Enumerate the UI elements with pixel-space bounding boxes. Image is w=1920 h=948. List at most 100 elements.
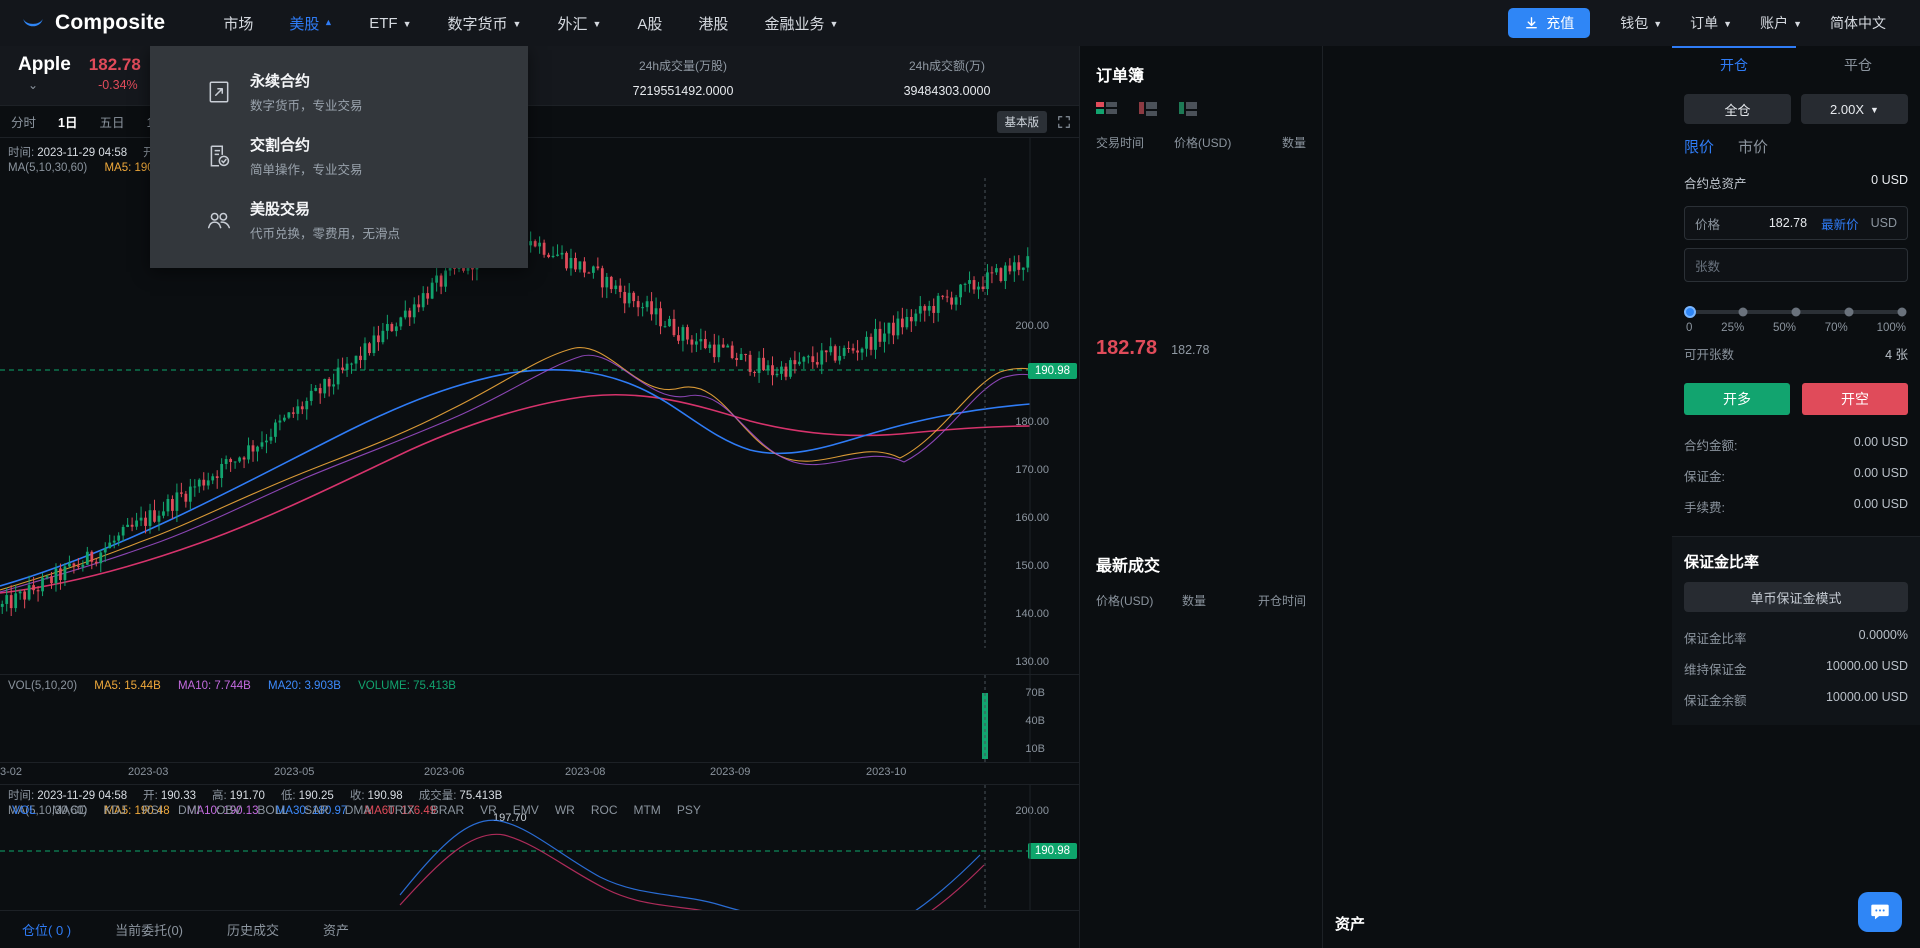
tab-open-position[interactable]: 开仓 (1672, 46, 1796, 84)
nav-item-us-stocks[interactable]: 美股 ▼ (271, 0, 351, 46)
chevron-up-icon: ▼ (324, 18, 333, 27)
indicator-tab-boll[interactable]: BOLL (249, 803, 296, 817)
indicator-tab-rsi[interactable]: RSI (134, 803, 170, 817)
leverage-label: 2.00X (1830, 102, 1864, 117)
orderbook-last-price: 182.78 182.78 (1080, 337, 1322, 360)
perpetual-contract-icon (206, 79, 232, 105)
orderbook-columns: 交易时间 价格(USD) 数量 (1096, 134, 1306, 151)
margin-mode-button[interactable]: 全仓 (1684, 94, 1791, 124)
brand[interactable]: Composite (14, 10, 165, 36)
order-type-limit[interactable]: 限价 (1684, 136, 1714, 157)
indicator-tab-emv[interactable]: EMV (505, 803, 547, 817)
deposit-button[interactable]: 充值 (1508, 8, 1590, 38)
chevron-down-icon: ▼ (1653, 20, 1662, 29)
available-contracts-row: 可开张数 4 张 (1672, 334, 1920, 369)
brand-name: Composite (55, 11, 165, 35)
both-depth-icon[interactable] (1096, 102, 1117, 116)
quantity-input[interactable]: 张数 (1684, 248, 1908, 282)
price-input[interactable]: 价格 182.78 最新价 USD (1684, 206, 1908, 240)
dropdown-item-us-stock-trading[interactable]: 美股交易 代币兑换，零费用，无滑点 (150, 188, 528, 252)
slider-tick-70[interactable] (1845, 308, 1854, 317)
single-currency-margin-mode-button[interactable]: 单币保证金模式 (1684, 582, 1908, 612)
bottom-tab-assets[interactable]: 资产 (301, 920, 371, 939)
amount-slider[interactable]: 0 25% 50% 70% 100% (1672, 290, 1920, 334)
bottom-tab-positions[interactable]: 仓位( 0 ) (0, 920, 93, 939)
indicator-tab-psy[interactable]: PSY (669, 803, 709, 817)
chat-support-button[interactable] (1858, 892, 1902, 932)
nav-item-finance[interactable]: 金融业务▼ (746, 0, 856, 46)
nav-item-language[interactable]: 简体中文 (1816, 0, 1900, 46)
slider-tick-50[interactable] (1792, 308, 1801, 317)
summary-contract-amount: 合约金额: 0.00 USD (1672, 429, 1920, 460)
nav-item-account[interactable]: 账户▼ (1746, 0, 1816, 46)
indicator-tab-macd[interactable]: MACD (44, 803, 95, 817)
slider-handle[interactable] (1684, 306, 1696, 318)
summary-label: 合约金额: (1684, 435, 1737, 454)
volume-svg (0, 675, 1079, 763)
nav-label: 美股 (289, 13, 319, 34)
nav-item-hk-stocks[interactable]: 港股 (680, 0, 746, 46)
dropdown-subtitle: 简单操作，专业交易 (250, 159, 363, 178)
open-short-button[interactable]: 开空 (1802, 383, 1908, 415)
last-price-secondary: 182.78 (1171, 343, 1209, 357)
order-type-tabs: 限价 市价 (1672, 124, 1920, 167)
indicator-tab-kdj[interactable]: KDJ (95, 803, 134, 817)
slider-tick-25[interactable] (1739, 308, 1748, 317)
indicator-tab-dma[interactable]: DMA (337, 803, 380, 817)
indicator-tab-roc[interactable]: ROC (583, 803, 626, 817)
timeframe-1d[interactable]: 1日 (47, 112, 88, 131)
expand-icon[interactable] (1057, 115, 1071, 129)
dropdown-item-delivery[interactable]: 交割合约 简单操作，专业交易 (150, 124, 528, 188)
leverage-select[interactable]: 2.00X ▼ (1801, 94, 1908, 124)
nav-item-crypto[interactable]: 数字货币▼ (430, 0, 540, 46)
indicator-tab-sar[interactable]: SAR (296, 803, 337, 817)
summary-margin: 保证金: 0.00 USD (1672, 460, 1920, 491)
indicator-tab-dmi[interactable]: DMI (170, 803, 208, 817)
buy-depth-icon[interactable] (1179, 102, 1197, 116)
indicator-tab-vol[interactable]: VOL (4, 803, 44, 817)
indicator-tab-trix[interactable]: TRIX (379, 803, 422, 817)
chat-bubble-icon (1869, 901, 1891, 923)
bottom-tab-history[interactable]: 历史成交 (205, 920, 301, 939)
chevron-down-icon[interactable]: ⌄ (28, 78, 38, 92)
price-unit: USD (1871, 216, 1897, 230)
nav-label: 港股 (698, 13, 728, 34)
nav-item-wallet[interactable]: 钱包▼ (1606, 0, 1676, 46)
margin-ratio-section: 保证金比率 单币保证金模式 保证金比率 0.0000% 维持保证金 10000.… (1672, 537, 1920, 725)
indicator-tab-wr[interactable]: WR (547, 803, 583, 817)
sell-depth-icon[interactable] (1139, 102, 1157, 116)
indicator-tabs: VOL MACD KDJ RSI DMI OBV BOLL SAR DMA TR… (0, 801, 1079, 819)
slider-track[interactable] (1690, 310, 1902, 314)
open-long-button[interactable]: 开多 (1684, 383, 1790, 415)
indicator-tab-vr[interactable]: VR (472, 803, 505, 817)
indicator-tab-mtm[interactable]: MTM (625, 803, 668, 817)
nav-label: 账户 (1760, 13, 1788, 33)
indicator-tab-brar[interactable]: BRAR (423, 803, 472, 817)
indicator-tab-obv[interactable]: OBV (208, 803, 249, 817)
volume-pane[interactable]: VOL(5,10,20) MA5: 15.44B MA10: 7.744B MA… (0, 674, 1079, 762)
nav-label: 数字货币 (448, 13, 508, 34)
bottom-tab-open-orders[interactable]: 当前委托(0) (93, 920, 205, 939)
nav-item-forex[interactable]: 外汇▼ (539, 0, 619, 46)
latest-price-link[interactable]: 最新价 (1821, 214, 1859, 233)
chart-version-chip[interactable]: 基本版 (997, 111, 1048, 133)
dropdown-item-perpetual[interactable]: 永续合约 数字货币，专业交易 (150, 60, 528, 124)
nav-item-etf[interactable]: ETF▼ (351, 0, 429, 46)
x-tick: 2023-09 (710, 766, 750, 778)
nav-item-a-shares[interactable]: A股 (619, 0, 680, 46)
slider-tick-100[interactable] (1898, 308, 1907, 317)
timeframe-5d[interactable]: 五日 (88, 112, 135, 131)
order-type-market[interactable]: 市价 (1738, 136, 1768, 157)
nav-item-market[interactable]: 市场 (205, 0, 271, 46)
ticker-name: Apple (18, 54, 71, 76)
dropdown-text: 交割合约 简单操作，专业交易 (250, 134, 363, 178)
nav-item-orders[interactable]: 订单▼ (1676, 0, 1746, 46)
timeframe-minute[interactable]: 分时 (0, 112, 47, 131)
margin-row-value: 10000.00 USD (1826, 659, 1908, 678)
nav-label: 外汇 (557, 13, 587, 34)
x-tick: 2023-08 (565, 766, 605, 778)
bottom-tabs: 仓位( 0 ) 当前委托(0) 历史成交 资产 (0, 910, 1079, 948)
tab-close-position[interactable]: 平仓 (1796, 46, 1920, 84)
nav-label: 金融业务 (764, 13, 824, 34)
ticker-symbol-box[interactable]: Apple 182.78 ⌄ -0.34% (0, 46, 160, 105)
